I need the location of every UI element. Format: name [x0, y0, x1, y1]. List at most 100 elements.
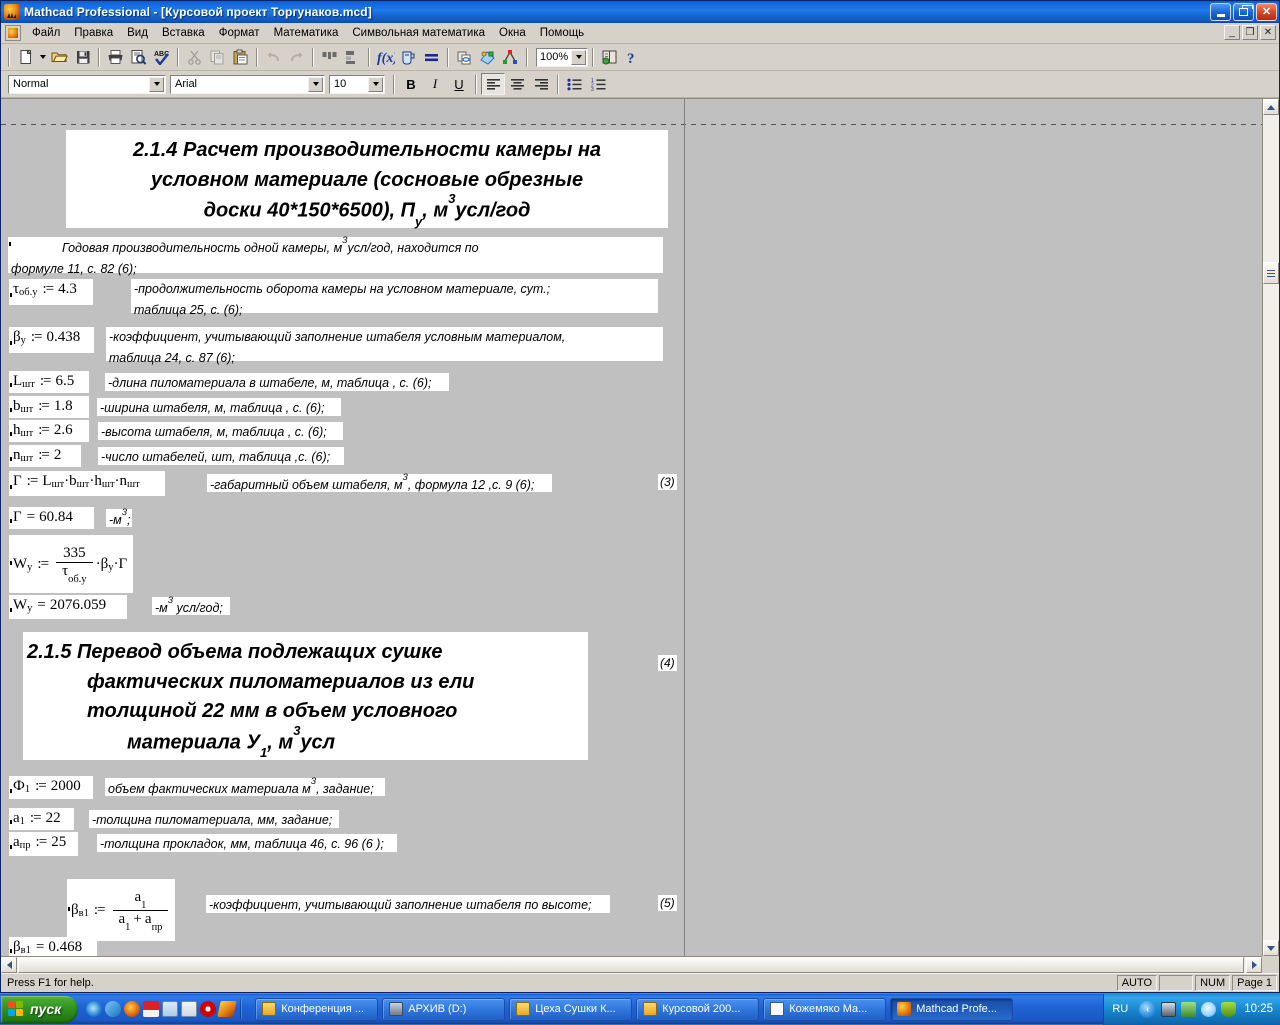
- chevron-down-icon[interactable]: [308, 77, 323, 92]
- new-document-dropdown-icon[interactable]: [37, 46, 48, 68]
- math-region-b-sht[interactable]: bшт:=1.8: [9, 396, 89, 418]
- taskbar-item-mathcad[interactable]: Mathcad Profe...: [890, 998, 1013, 1021]
- media-player-icon[interactable]: [124, 1001, 140, 1017]
- taskbar-item-kozhemyako[interactable]: Кожемяко Ма...: [763, 998, 886, 1021]
- menu-windows[interactable]: Окна: [492, 25, 533, 41]
- insert-function-icon[interactable]: f(x): [374, 46, 397, 68]
- font-combobox[interactable]: Arial: [170, 75, 325, 94]
- horizontal-scrollbar-thumb[interactable]: [18, 957, 1244, 973]
- horizontal-scrollbar[interactable]: [1, 956, 1262, 973]
- unit-wy[interactable]: -м3 усл/год;: [152, 597, 230, 615]
- vertical-scrollbar[interactable]: [1262, 99, 1279, 956]
- style-combobox[interactable]: Normal: [8, 75, 166, 94]
- menu-insert[interactable]: Вставка: [155, 25, 212, 41]
- chevron-down-icon[interactable]: [149, 77, 164, 92]
- comment-b-sht[interactable]: -ширина штабеля, м, таблица , с. (6);: [97, 398, 341, 416]
- calculator-icon[interactable]: [162, 1001, 178, 1017]
- outlook-express-icon[interactable]: [105, 1001, 121, 1017]
- taskbar-item-konferenciya[interactable]: Конференция ...: [255, 998, 378, 1021]
- font-size-combobox[interactable]: 10: [329, 75, 385, 94]
- document-system-icon[interactable]: [5, 25, 21, 41]
- menu-file[interactable]: Файл: [25, 25, 67, 41]
- chevron-down-icon[interactable]: [368, 77, 383, 92]
- menu-view[interactable]: Вид: [120, 25, 155, 41]
- comment-gamma-formula[interactable]: -габаритный объем штабеля, м3, формула 1…: [207, 474, 552, 492]
- comment-h-sht[interactable]: -высота штабеля, м, таблица , с. (6);: [98, 422, 343, 440]
- menu-help[interactable]: Помощь: [533, 25, 591, 41]
- scroll-up-button[interactable]: [1263, 99, 1279, 115]
- math-region-beta-v1-formula[interactable]: βв1:=a1a1+aпр: [67, 879, 175, 941]
- opera-icon[interactable]: [200, 1001, 216, 1017]
- chevron-down-icon[interactable]: [571, 50, 586, 65]
- math-region-a-pr[interactable]: aпр:=25: [9, 832, 78, 856]
- paste-clipboard-icon[interactable]: [229, 46, 252, 68]
- heading-2-1-5[interactable]: 2.1.5 Перевод объема подлежащих сушке фа…: [23, 632, 588, 760]
- resource-center-icon[interactable]: [499, 46, 522, 68]
- comment-phi-1[interactable]: объем фактических материала м3, задание;: [105, 778, 385, 796]
- align-across-icon[interactable]: [318, 46, 341, 68]
- start-button[interactable]: пуск: [1, 996, 78, 1023]
- minimize-button[interactable]: [1210, 3, 1231, 21]
- comment-a-pr[interactable]: -толщина прокладок, мм, таблица 46, с. 9…: [97, 834, 397, 852]
- bold-button[interactable]: B: [399, 73, 423, 95]
- unit-gamma[interactable]: -м3;: [106, 509, 132, 527]
- cut-scissors-icon[interactable]: [183, 46, 206, 68]
- italic-button[interactable]: I: [423, 73, 447, 95]
- volume-icon[interactable]: [1181, 1002, 1196, 1017]
- math-region-wy-result[interactable]: Wу=2076.059: [9, 595, 127, 619]
- math-region-gamma-formula[interactable]: Г:=Lшт·bшт·hшт·nшт: [9, 471, 165, 496]
- math-region-n-sht[interactable]: nшт:=2: [9, 445, 81, 467]
- chevron-left-icon[interactable]: ‹: [1139, 1001, 1156, 1018]
- scroll-down-button[interactable]: [1263, 940, 1279, 956]
- comment-tau-ob-y[interactable]: -продолжительность оборота камеры на усл…: [131, 279, 658, 313]
- internet-explorer-icon[interactable]: [86, 1001, 102, 1017]
- antivirus-shield-icon[interactable]: [1221, 1002, 1236, 1017]
- intro-text-region[interactable]: Годовая производительность одной камеры,…: [8, 237, 663, 273]
- menu-symbolic[interactable]: Символьная математика: [345, 25, 492, 41]
- math-region-gamma-result[interactable]: Г=60.84: [9, 507, 94, 529]
- spell-check-icon[interactable]: ABC: [150, 46, 173, 68]
- taskbar-item-ceha-sushki[interactable]: Цеха Сушки К...: [509, 998, 632, 1021]
- math-region-a-1[interactable]: a1:=22: [9, 808, 74, 830]
- align-down-icon[interactable]: [341, 46, 364, 68]
- zoom-combobox[interactable]: 100%: [536, 48, 588, 67]
- align-right-icon[interactable]: [529, 73, 553, 95]
- vertical-scrollbar-thumb[interactable]: [1263, 262, 1279, 284]
- print-preview-icon[interactable]: [127, 46, 150, 68]
- insert-unit-icon[interactable]: [397, 46, 420, 68]
- taskbar-item-arhiv[interactable]: АРХИВ (D:): [382, 998, 505, 1021]
- math-region-beta-y[interactable]: βу:=0.438: [9, 327, 94, 353]
- insert-component-icon[interactable]: [476, 46, 499, 68]
- open-folder-icon[interactable]: [48, 46, 71, 68]
- math-region-h-sht[interactable]: hшт:=2.6: [9, 420, 89, 442]
- worksheet-canvas[interactable]: 2.1.4 Расчет производительности камеры н…: [1, 99, 1262, 956]
- math-region-L-sht[interactable]: Lшт:=6.5: [9, 371, 89, 393]
- restore-button[interactable]: [1233, 3, 1254, 21]
- insert-hyperlink-icon[interactable]: [453, 46, 476, 68]
- scroll-left-button[interactable]: [1, 957, 17, 973]
- mdi-restore-button[interactable]: ❐: [1242, 25, 1258, 40]
- math-region-phi-1[interactable]: Ф1:=2000: [9, 776, 93, 799]
- mathcad-quick-icon[interactable]: [218, 1001, 237, 1017]
- math-region-tau-ob-y[interactable]: τоб.у:=4.3: [9, 279, 93, 305]
- heading-2-1-4[interactable]: 2.1.4 Расчет производительности камеры н…: [66, 130, 668, 228]
- align-left-icon[interactable]: [481, 73, 505, 95]
- menu-edit[interactable]: Правка: [67, 25, 120, 41]
- mdi-close-button[interactable]: ✕: [1260, 25, 1276, 40]
- comment-beta-v1[interactable]: -коэффициент, учитывающий заполнение шта…: [206, 895, 610, 913]
- network-icon[interactable]: [1161, 1002, 1176, 1017]
- undo-icon[interactable]: [262, 46, 285, 68]
- comment-n-sht[interactable]: -число штабелей, шт, таблица ,с. (6);: [98, 447, 344, 465]
- language-indicator[interactable]: RU: [1110, 1003, 1134, 1015]
- context-help-icon[interactable]: ?: [621, 46, 644, 68]
- math-region-wy-formula[interactable]: Wу:=335τоб.у·βу·Г: [9, 535, 133, 593]
- comment-a-1[interactable]: -толщина пиломатериала, мм, задание;: [89, 810, 339, 828]
- clock[interactable]: 10:25: [1241, 1003, 1273, 1015]
- document-area[interactable]: 2.1.4 Расчет производительности камеры н…: [1, 98, 1279, 973]
- comment-L-sht[interactable]: -длина пиломатериала в штабеле, м, табли…: [105, 373, 449, 391]
- align-center-icon[interactable]: [505, 73, 529, 95]
- mdi-minimize-button[interactable]: _: [1224, 25, 1240, 40]
- scroll-right-button[interactable]: [1246, 957, 1262, 973]
- save-disk-icon[interactable]: [71, 46, 94, 68]
- menu-format[interactable]: Формат: [212, 25, 267, 41]
